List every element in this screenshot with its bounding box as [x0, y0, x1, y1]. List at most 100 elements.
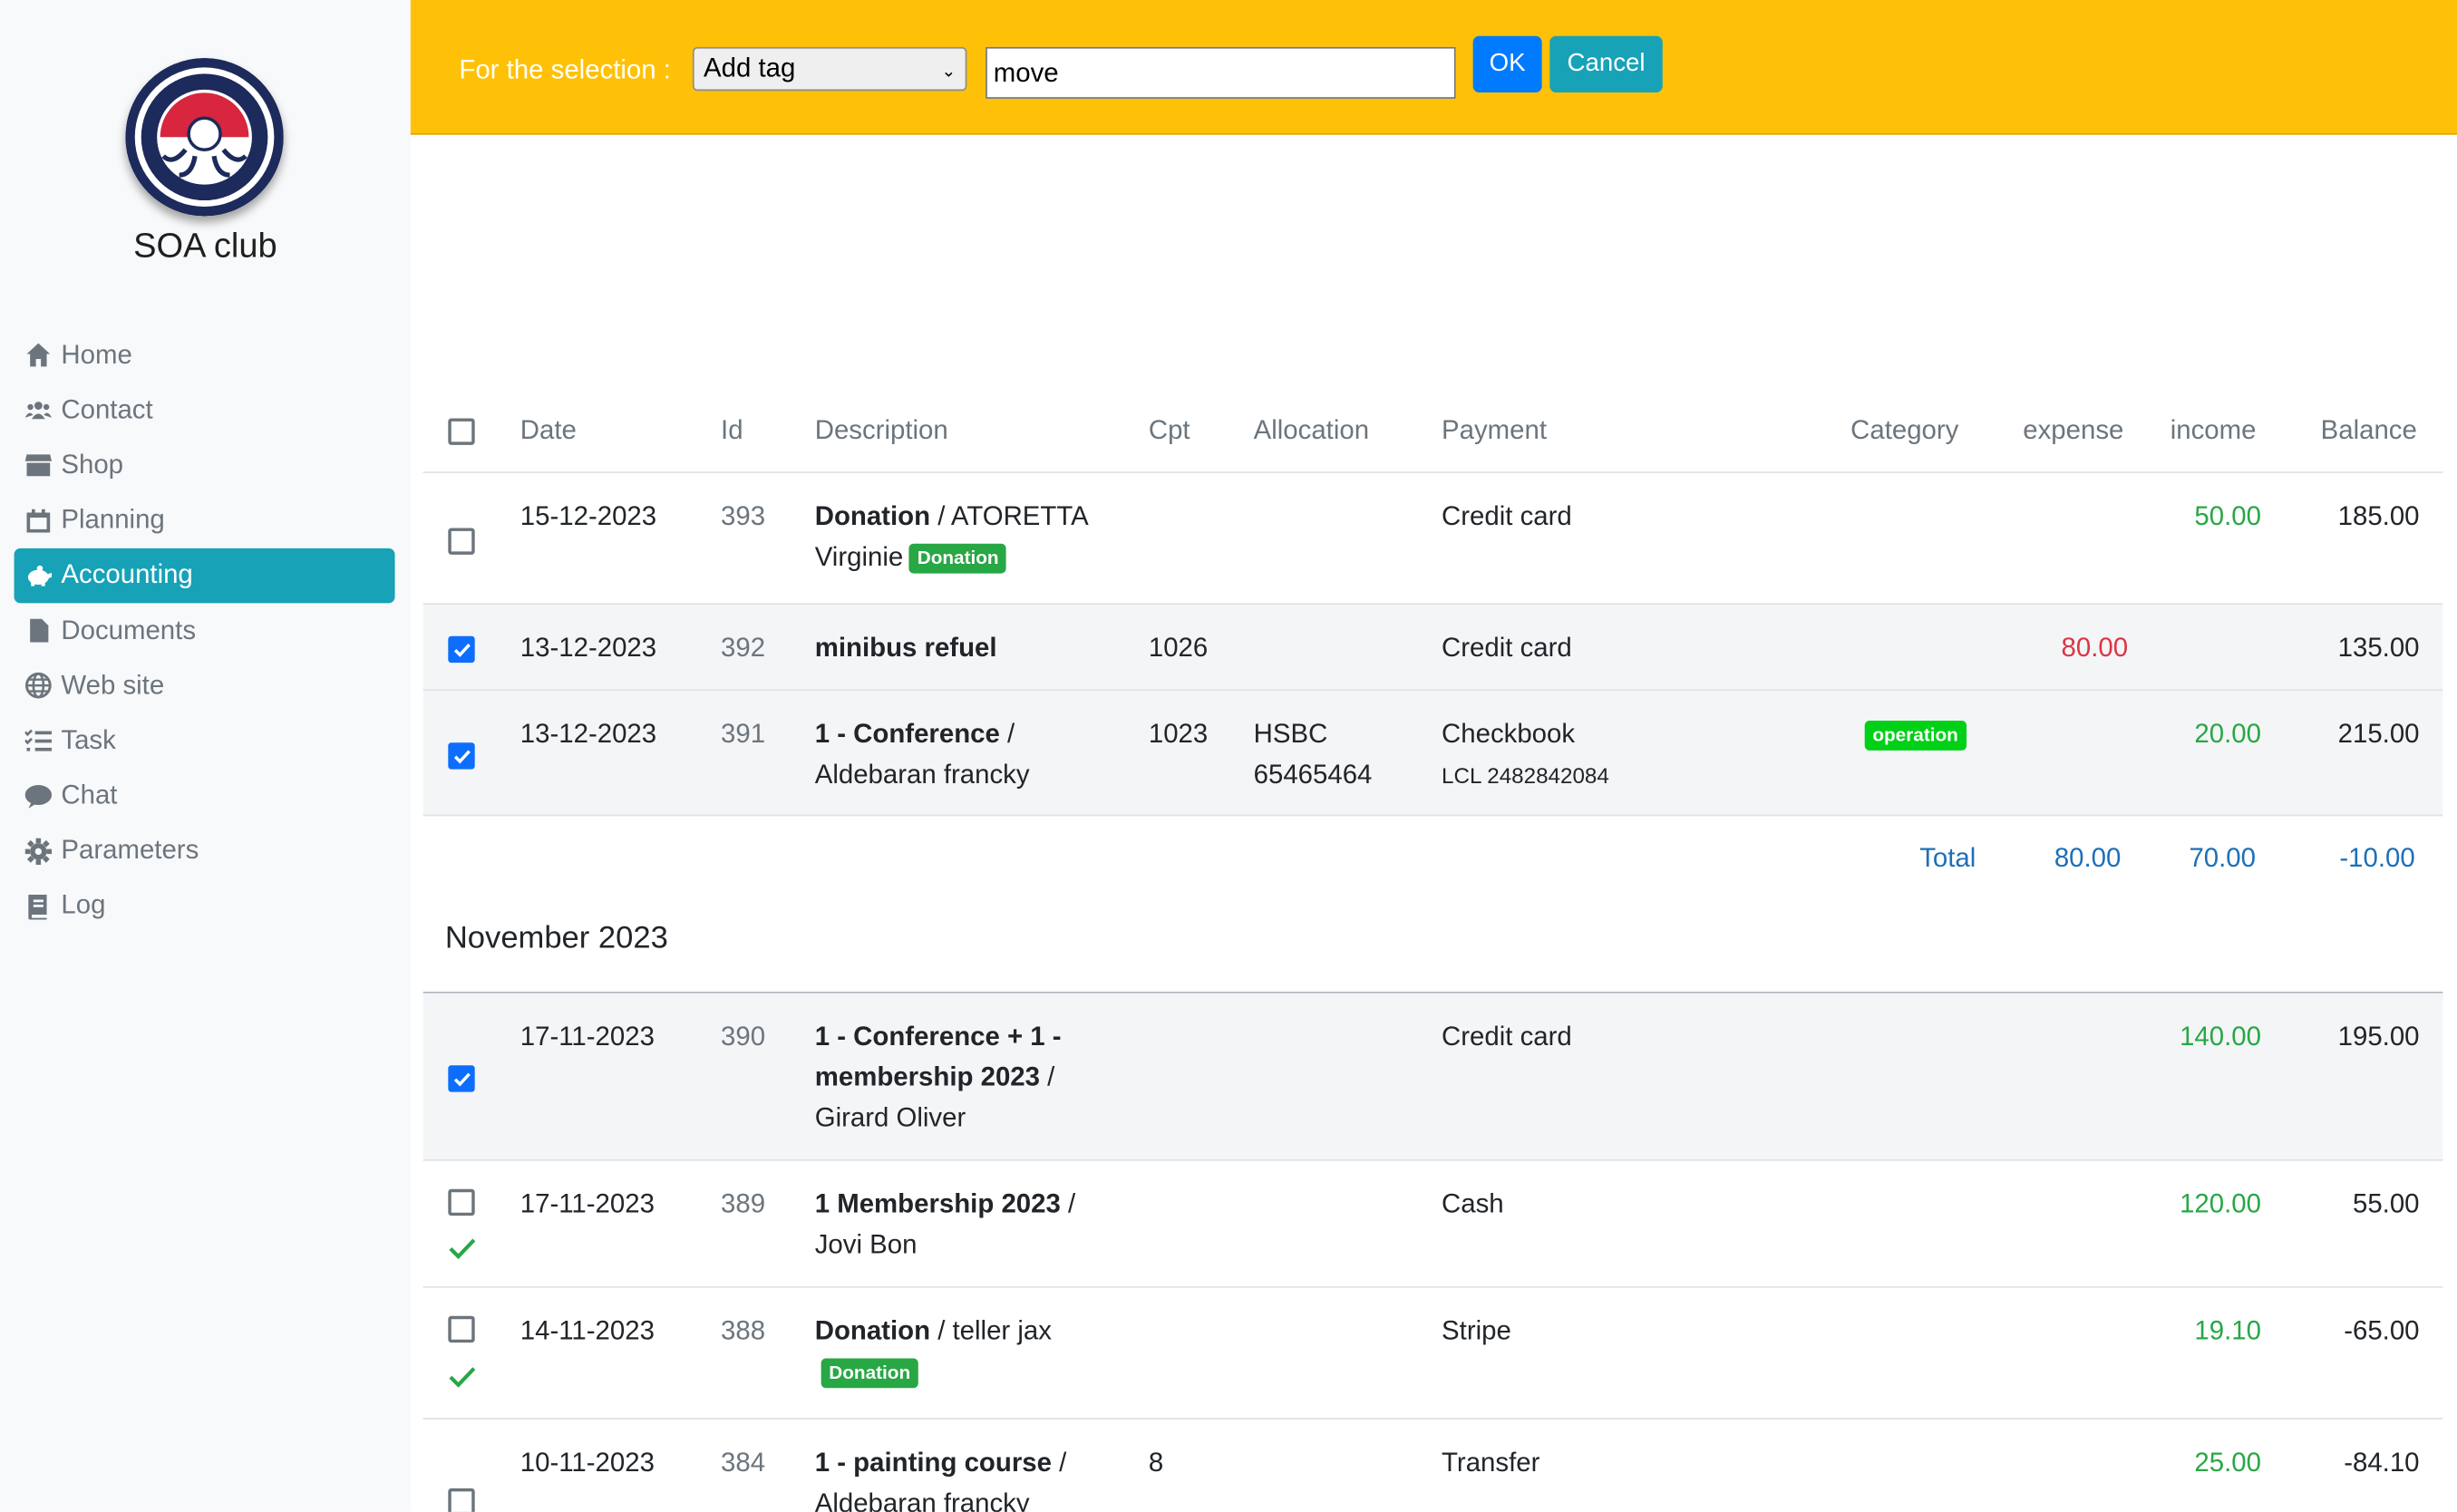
totals-label: Total — [1919, 842, 1976, 873]
row-income: 120.00 — [2180, 1188, 2261, 1219]
header-cpt[interactable]: Cpt — [1149, 415, 1190, 447]
row-description[interactable]: 1 - Conference / Aldebaran francky — [815, 714, 1129, 796]
tasks-icon — [22, 727, 53, 755]
selection-action-bar: For the selection : Add tag ⌄ move OK Ca… — [410, 0, 2457, 135]
sidebar-item-label: Web site — [61, 670, 165, 701]
sidebar-item-label: Accounting — [61, 559, 193, 590]
select-all-checkbox[interactable] — [448, 418, 475, 445]
row-id[interactable]: 392 — [721, 628, 765, 669]
description-title: Donation — [814, 1315, 931, 1346]
book-icon — [22, 892, 53, 920]
row-checkbox[interactable] — [448, 528, 475, 555]
club-name: SOA club — [133, 225, 277, 266]
row-description[interactable]: Donation / ATORETTA Virginie Donation — [815, 497, 1129, 578]
table-row[interactable]: 14-11-2023 388 Donation / teller jax Dona… — [422, 1288, 2443, 1420]
row-id[interactable]: 393 — [721, 497, 765, 538]
sidebar-item-shop[interactable]: Shop — [15, 438, 395, 493]
users-icon — [22, 396, 53, 424]
tag-input[interactable]: move — [986, 46, 1456, 99]
header-balance[interactable]: Balance — [2321, 415, 2417, 447]
globe-icon — [22, 672, 53, 700]
table-row[interactable]: 13-12-2023 392 minibus refuel 1026 Credi… — [422, 605, 2443, 692]
row-description[interactable]: Donation / teller jax Donation — [815, 1312, 1129, 1393]
header-date[interactable]: Date — [520, 415, 577, 447]
sidebar-item-planning[interactable]: Planning — [15, 493, 395, 548]
checkmark-icon — [453, 1072, 471, 1087]
sidebar-item-contact[interactable]: Contact — [15, 383, 395, 438]
home-icon — [22, 341, 53, 369]
sidebar-item-parameters[interactable]: Parameters — [15, 824, 395, 879]
chat-icon — [22, 782, 53, 810]
table-row[interactable]: 17-11-2023 389 1 Membership 2023 / Jovi … — [422, 1161, 2443, 1288]
sidebar-item-label: Documents — [61, 615, 197, 645]
piggy-bank-icon — [22, 561, 53, 589]
row-id[interactable]: 391 — [721, 714, 765, 755]
sidebar-item-website[interactable]: Web site — [15, 658, 395, 713]
row-payment: Credit card — [1442, 633, 1572, 664]
row-checkbox[interactable] — [448, 1488, 475, 1512]
header-description[interactable]: Description — [815, 415, 948, 447]
row-id[interactable]: 390 — [721, 1017, 765, 1058]
header-income[interactable]: income — [2171, 415, 2257, 447]
row-income: 20.00 — [2194, 719, 2261, 750]
row-date: 15-12-2023 — [520, 501, 657, 531]
row-balance: 185.00 — [2337, 501, 2420, 531]
sidebar-item-label: Task — [61, 725, 116, 755]
payment-account: LCL 2482842084 — [1442, 762, 1609, 789]
ok-button[interactable]: OK — [1472, 35, 1542, 92]
table-row[interactable]: 15-12-2023 393 Donation / ATORETTA Virgi… — [422, 473, 2443, 606]
row-id[interactable]: 389 — [721, 1185, 765, 1226]
month-heading-label: November 2023 — [444, 921, 668, 956]
payment-method: Checkbook — [1442, 719, 1576, 750]
row-checkbox[interactable] — [448, 635, 475, 664]
sidebar-item-label: Parameters — [61, 835, 199, 866]
row-id[interactable]: 388 — [721, 1312, 765, 1352]
row-income: 140.00 — [2180, 1021, 2261, 1052]
table-row[interactable]: 10-11-2023 384 1 - painting course / Ald… — [423, 1420, 2443, 1512]
row-description[interactable]: 1 Membership 2023 / Jovi Bon — [815, 1185, 1129, 1266]
sidebar-item-chat[interactable]: Chat — [15, 769, 395, 824]
sidebar-item-label: Planning — [61, 504, 165, 535]
header-expense[interactable]: expense — [2023, 415, 2123, 447]
sidebar-item-accounting[interactable]: Accounting — [14, 548, 395, 604]
row-checkbox[interactable] — [448, 1315, 475, 1343]
row-cpt: 1026 — [1148, 633, 1209, 664]
row-income: 19.10 — [2194, 1315, 2261, 1346]
description-title: 1 - painting course — [814, 1447, 1052, 1478]
row-description[interactable]: minibus refuel — [815, 628, 1129, 669]
totals-income: 70.00 — [2189, 842, 2256, 873]
gear-icon — [22, 837, 53, 865]
club-logo[interactable] — [125, 57, 284, 217]
file-icon — [22, 616, 53, 645]
sidebar-item-label: Contact — [61, 394, 153, 424]
description-title: 1 - Conference — [814, 719, 1000, 750]
row-id[interactable]: 384 — [721, 1443, 765, 1484]
sidebar-item-documents[interactable]: Documents — [15, 603, 395, 658]
description-contact: / teller jax — [930, 1315, 1052, 1346]
sidebar-item-task[interactable]: Task — [15, 713, 395, 769]
row-description[interactable]: 1 - Conference + 1 - membership 2023 / G… — [815, 1017, 1097, 1139]
header-payment[interactable]: Payment — [1442, 415, 1547, 447]
table-row[interactable]: 17-11-2023 390 1 - Conference + 1 - memb… — [422, 993, 2443, 1161]
header-id[interactable]: Id — [721, 415, 743, 447]
sidebar-item-label: Chat — [61, 780, 118, 810]
tag-badge: Donation — [821, 1358, 918, 1389]
row-date: 13-12-2023 — [520, 719, 657, 750]
row-balance: 55.00 — [2352, 1188, 2420, 1219]
row-date: 17-11-2023 — [520, 1188, 655, 1219]
sidebar-item-home[interactable]: Home — [15, 327, 395, 383]
row-checkbox[interactable] — [448, 1065, 475, 1092]
row-checkbox[interactable] — [448, 742, 475, 770]
cancel-button[interactable]: Cancel — [1549, 35, 1663, 92]
row-payment: Stripe — [1442, 1315, 1511, 1346]
checkmark-icon — [453, 644, 471, 657]
row-description[interactable]: 1 - painting course / Aldebaran francky — [815, 1443, 1129, 1512]
header-allocation[interactable]: Allocation — [1254, 415, 1369, 447]
action-select[interactable]: Add tag ⌄ — [692, 46, 967, 92]
sidebar-item-label: Log — [61, 890, 106, 921]
sidebar-item-log[interactable]: Log — [15, 878, 395, 934]
row-date: 17-11-2023 — [520, 1021, 655, 1052]
row-checkbox[interactable] — [448, 1188, 475, 1216]
header-category[interactable]: Category — [1850, 415, 1958, 447]
table-row[interactable]: 13-12-2023 391 1 - Conference / Aldebara… — [422, 691, 2443, 817]
